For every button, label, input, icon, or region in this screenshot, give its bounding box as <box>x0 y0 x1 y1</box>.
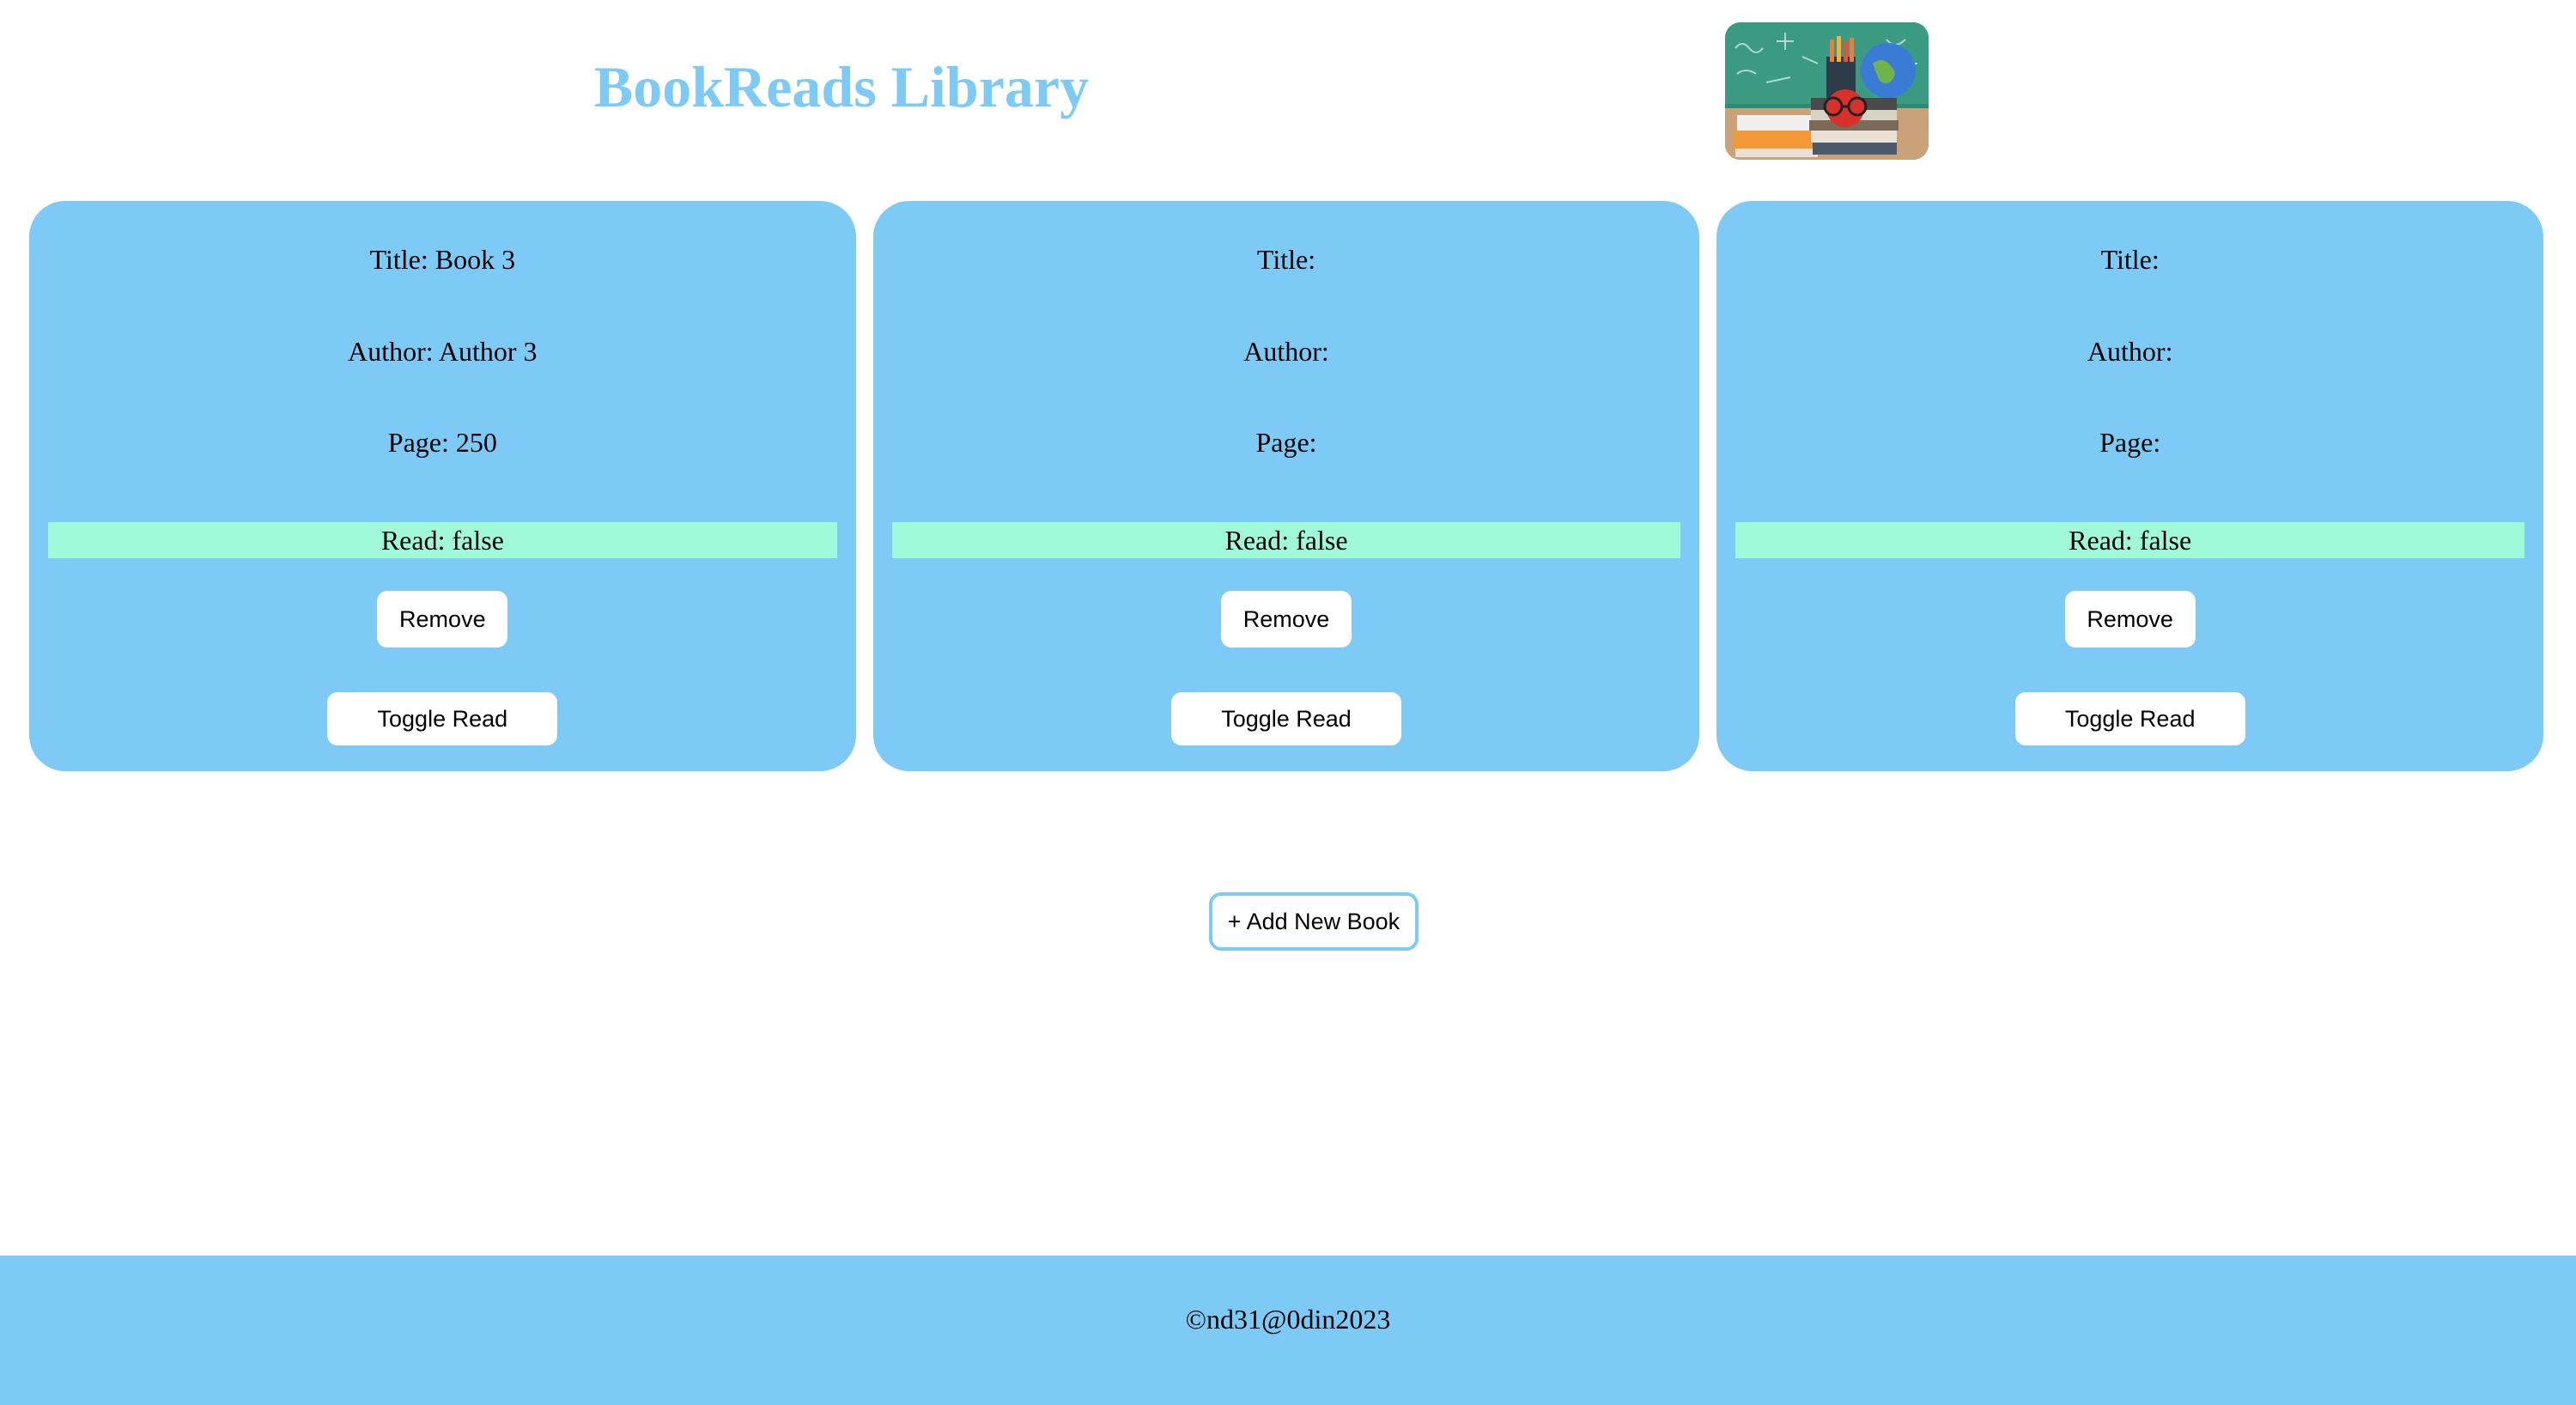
toggle-read-button[interactable]: Toggle Read <box>2014 692 2245 745</box>
book-title: Title: Book 3 <box>369 244 516 275</box>
book-read-status: Read: false <box>48 522 837 558</box>
page-footer: ©nd31@0din2023 <box>0 1256 2576 1405</box>
add-new-book-button[interactable]: + Add New Book <box>1209 892 1419 951</box>
book-author: Author: <box>2087 336 2173 367</box>
footer-copyright: ©nd31@0din2023 <box>1185 1304 1391 1335</box>
remove-button[interactable]: Remove <box>1221 591 1352 648</box>
toggle-read-button[interactable]: Toggle Read <box>327 692 558 745</box>
page-title: BookReads Library <box>593 54 1090 119</box>
books-chalkboard-logo-icon <box>1725 22 1929 160</box>
book-card-grid: Title: Book 3 Author: Author 3 Page: 250… <box>29 201 2544 771</box>
book-title: Title: <box>1256 244 1316 275</box>
remove-button[interactable]: Remove <box>377 591 508 648</box>
book-read-status: Read: false <box>1735 522 2525 558</box>
book-card: Title: Book 3 Author: Author 3 Page: 250… <box>29 201 856 771</box>
book-card: Title: Author: Page: Read: false Remove … <box>872 201 1700 771</box>
book-read-status: Read: false <box>891 522 1681 558</box>
book-pages: Page: <box>1255 427 1317 458</box>
remove-button[interactable]: Remove <box>2064 591 2196 648</box>
toggle-read-button[interactable]: Toggle Read <box>1171 692 1401 745</box>
book-author: Author: <box>1243 336 1329 367</box>
book-card: Title: Author: Page: Read: false Remove … <box>1716 201 2544 771</box>
book-author: Author: Author 3 <box>348 336 538 367</box>
book-title: Title: <box>2100 244 2160 275</box>
book-pages: Page: <box>2099 427 2161 458</box>
page-header: BookReads Library <box>0 0 2576 180</box>
book-pages: Page: 250 <box>387 427 497 458</box>
